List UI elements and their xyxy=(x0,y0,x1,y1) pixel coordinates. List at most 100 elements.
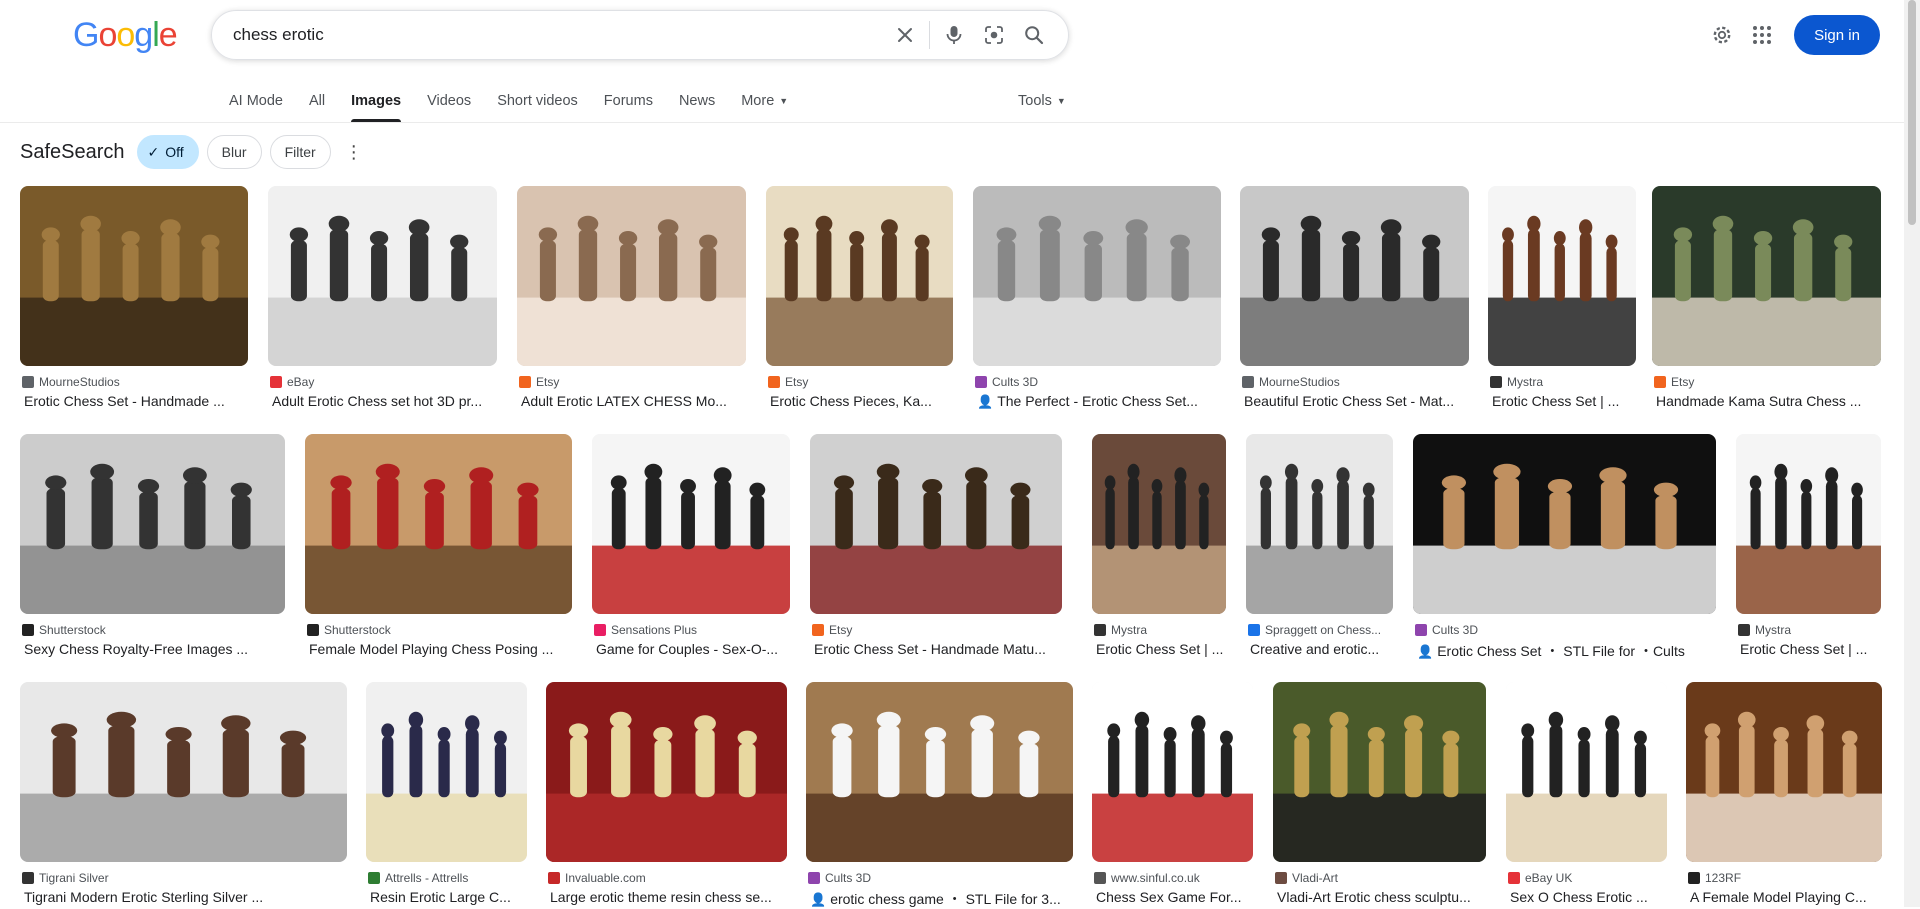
scrollbar-thumb[interactable] xyxy=(1908,0,1916,225)
result-thumbnail[interactable] xyxy=(1092,682,1253,862)
result-title[interactable]: Erotic Chess Set | ... xyxy=(1492,393,1634,413)
result-source[interactable]: Shutterstock xyxy=(22,622,283,638)
result-title[interactable]: Chess Sex Game For... xyxy=(1096,889,1251,909)
result-title[interactable]: A Female Model Playing C... xyxy=(1690,889,1880,909)
result-title[interactable]: Sexy Chess Royalty-Free Images ... xyxy=(24,641,283,661)
result-title[interactable]: Sex O Chess Erotic ... xyxy=(1510,889,1665,909)
result-title[interactable]: Erotic Chess Set | ... xyxy=(1096,641,1224,661)
result-title-text: Chess Sex Game For... xyxy=(1096,889,1242,905)
tab-videos[interactable]: Videos xyxy=(427,80,471,122)
result-thumbnail[interactable] xyxy=(517,186,746,366)
result-title[interactable]: Female Model Playing Chess Posing ... xyxy=(309,641,570,661)
result-source[interactable]: Etsy xyxy=(768,374,951,390)
result-source[interactable]: eBay UK xyxy=(1508,870,1665,886)
result-title[interactable]: Resin Erotic Large C... xyxy=(370,889,525,909)
sign-in-button[interactable]: Sign in xyxy=(1794,15,1880,55)
safesearch-off-chip[interactable]: ✓ Off xyxy=(136,135,199,169)
result-thumbnail[interactable] xyxy=(1488,186,1636,366)
result-title[interactable]: Adult Erotic LATEX CHESS Mo... xyxy=(521,393,744,413)
result-thumbnail[interactable] xyxy=(973,186,1221,366)
clear-icon[interactable] xyxy=(885,15,925,55)
result-source[interactable]: Spraggett on Chess... xyxy=(1248,622,1391,638)
header: Google chess erotic Sign in xyxy=(0,0,1904,70)
result-source[interactable]: Cults 3D xyxy=(1415,622,1714,638)
result-thumbnail[interactable] xyxy=(366,682,527,862)
safesearch-filter-chip[interactable]: Filter xyxy=(269,135,331,169)
result-source[interactable]: Cults 3D xyxy=(808,870,1071,886)
result-title[interactable]: Erotic Chess Set - Handmade ... xyxy=(24,393,246,413)
result-source[interactable]: MourneStudios xyxy=(22,374,246,390)
camera-lens-icon[interactable] xyxy=(974,15,1014,55)
result-title[interactable]: 👤 The Perfect - Erotic Chess Set... xyxy=(977,393,1219,413)
result-source[interactable]: Mystra xyxy=(1094,622,1224,638)
result-thumbnail[interactable] xyxy=(1246,434,1393,614)
result-thumbnail[interactable] xyxy=(268,186,497,366)
tab-images[interactable]: Images xyxy=(351,80,401,122)
result-source[interactable]: Tigrani Silver xyxy=(22,870,345,886)
result-thumbnail[interactable] xyxy=(1686,682,1882,862)
tab-ai-mode[interactable]: AI Mode xyxy=(229,80,283,122)
result-source[interactable]: 123RF xyxy=(1688,870,1880,886)
result-source[interactable]: Invaluable.com xyxy=(548,870,785,886)
result-thumbnail[interactable] xyxy=(1652,186,1881,366)
tab-news[interactable]: News xyxy=(679,80,715,122)
result-title[interactable]: Large erotic theme resin chess se... xyxy=(550,889,785,909)
result-title[interactable]: Creative and erotic... xyxy=(1250,641,1391,661)
result-thumbnail[interactable] xyxy=(592,434,790,614)
result-source[interactable]: Etsy xyxy=(1654,374,1879,390)
result-source[interactable]: MourneStudios xyxy=(1242,374,1467,390)
result-thumbnail[interactable] xyxy=(546,682,787,862)
tools-button[interactable]: Tools ▼ xyxy=(1018,80,1066,122)
result-title[interactable]: Handmade Kama Sutra Chess ... xyxy=(1656,393,1879,413)
result-thumbnail[interactable] xyxy=(806,682,1073,862)
result-thumbnail[interactable] xyxy=(20,434,285,614)
result-source[interactable]: Attrells - Attrells xyxy=(368,870,525,886)
result-source[interactable]: Etsy xyxy=(812,622,1060,638)
result-title[interactable]: Tigrani Modern Erotic Sterling Silver ..… xyxy=(24,889,345,909)
apps-grid-icon[interactable] xyxy=(1742,15,1782,55)
result-thumbnail[interactable] xyxy=(766,186,953,366)
result-thumbnail[interactable] xyxy=(1413,434,1716,614)
result-title[interactable]: Erotic Chess Set - Handmade Matu... xyxy=(814,641,1060,661)
result-source[interactable]: Vladi-Art xyxy=(1275,870,1484,886)
result-title[interactable]: 👤 Erotic Chess Set ・ STL File for ・Cults xyxy=(1417,641,1714,661)
tab-more[interactable]: More ▼ xyxy=(741,80,788,122)
search-input[interactable] xyxy=(231,24,875,46)
result-title[interactable]: 👤 erotic chess game ・ STL File for 3... xyxy=(810,889,1071,909)
result-thumbnail[interactable] xyxy=(1506,682,1667,862)
result-source[interactable]: Sensations Plus xyxy=(594,622,788,638)
safesearch-blur-chip[interactable]: Blur xyxy=(206,135,262,169)
result-source[interactable]: Mystra xyxy=(1738,622,1879,638)
source-favicon-icon xyxy=(270,376,282,388)
tab-short-videos[interactable]: Short videos xyxy=(497,80,578,122)
tab-forums[interactable]: Forums xyxy=(604,80,653,122)
result-source[interactable]: Etsy xyxy=(519,374,744,390)
result-thumbnail[interactable] xyxy=(1092,434,1226,614)
result-title[interactable]: Erotic Chess Pieces, Ka... xyxy=(770,393,951,413)
result-title[interactable]: Erotic Chess Set | ... xyxy=(1740,641,1879,661)
result-source[interactable]: Cults 3D xyxy=(975,374,1219,390)
result-thumbnail[interactable] xyxy=(20,682,347,862)
result-title[interactable]: Beautiful Erotic Chess Set - Mat... xyxy=(1244,393,1467,413)
microphone-icon[interactable] xyxy=(934,15,974,55)
result-thumbnail[interactable] xyxy=(20,186,248,366)
result-title[interactable]: Adult Erotic Chess set hot 3D pr... xyxy=(272,393,495,413)
result-source[interactable]: Shutterstock xyxy=(307,622,570,638)
more-options-icon[interactable]: ⋮ xyxy=(339,135,369,169)
result-source[interactable]: eBay xyxy=(270,374,495,390)
result-thumbnail[interactable] xyxy=(1240,186,1469,366)
result-source[interactable]: www.sinful.co.uk xyxy=(1094,870,1251,886)
result-thumbnail[interactable] xyxy=(810,434,1062,614)
search-icon[interactable] xyxy=(1014,15,1054,55)
google-logo[interactable]: Google xyxy=(73,16,178,55)
settings-gear-icon[interactable] xyxy=(1702,15,1742,55)
result-title[interactable]: Game for Couples - Sex-O-... xyxy=(596,641,788,661)
result-thumbnail[interactable] xyxy=(1736,434,1881,614)
page-scrollbar[interactable] xyxy=(1904,0,1920,907)
result-thumbnail[interactable] xyxy=(305,434,572,614)
result-title[interactable]: Vladi-Art Erotic chess sculptu... xyxy=(1277,889,1484,909)
tab-all[interactable]: All xyxy=(309,80,325,122)
result-thumbnail[interactable] xyxy=(1273,682,1486,862)
search-box[interactable] xyxy=(211,10,1069,60)
result-source[interactable]: Mystra xyxy=(1490,374,1634,390)
